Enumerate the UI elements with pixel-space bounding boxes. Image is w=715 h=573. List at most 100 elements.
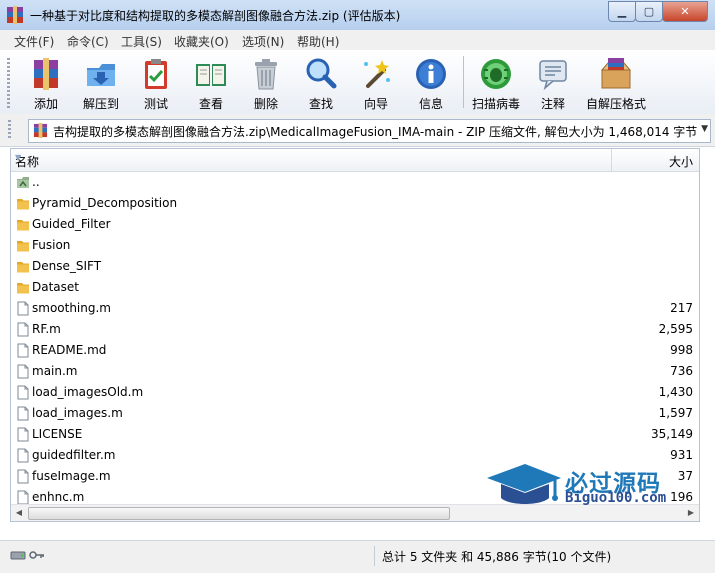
file-icon — [16, 343, 30, 358]
status-bar: 总计 5 文件夹 和 45,886 字节(10 个文件) — [0, 540, 715, 573]
toolbar-add-button[interactable]: 添加 — [16, 54, 76, 112]
file-name: RF.m — [32, 322, 61, 336]
minimize-button[interactable]: ▁ — [608, 1, 636, 22]
menu-command[interactable]: 命令(C) — [67, 33, 109, 50]
comment-icon — [539, 60, 567, 91]
toolbar-wizard-button[interactable]: 向导 — [346, 54, 406, 112]
table-row[interactable]: README.md 998 — [11, 340, 699, 361]
table-row[interactable]: main.m 736 — [11, 361, 699, 382]
toolbar-add-label: 添加 — [33, 97, 58, 111]
table-row[interactable]: Dense_SIFT — [11, 256, 699, 277]
file-name: load_imagesOld.m — [32, 385, 144, 399]
toolbar-grip[interactable] — [7, 58, 10, 108]
magnifier-icon — [306, 58, 337, 89]
file-size: 1,597 — [658, 406, 693, 420]
toolbar-extract-button[interactable]: 解压到 — [71, 54, 131, 112]
toolbar-info-label: 信息 — [418, 97, 443, 111]
close-icon: ✕ — [680, 5, 690, 18]
column-name-header[interactable]: 名称 ▼ — [11, 149, 612, 171]
address-field[interactable]: 吉构提取的多模态解剖图像融合方法.zip\MedicalImageFusion_… — [28, 119, 711, 143]
maximize-button[interactable]: ▢ — [635, 1, 663, 22]
file-icon — [16, 322, 30, 337]
status-separator — [374, 546, 375, 566]
file-size: 736 — [670, 364, 693, 378]
toolbar-delete-button[interactable]: 删除 — [236, 54, 296, 112]
add-archive-icon — [34, 58, 58, 90]
toolbar-find-button[interactable]: 查找 — [291, 54, 351, 112]
file-size: 998 — [670, 343, 693, 357]
virus-scan-icon — [481, 59, 511, 89]
file-size: 35,149 — [651, 427, 693, 441]
table-row[interactable]: Dataset — [11, 277, 699, 298]
file-name: LICENSE — [32, 427, 83, 441]
key-icon[interactable] — [29, 549, 45, 561]
toolbar-sfx-button[interactable]: 自解压格式 — [584, 54, 648, 112]
file-name: smoothing.m — [32, 301, 111, 315]
table-row[interactable]: Guided_Filter — [11, 214, 699, 235]
file-name: Fusion — [32, 238, 71, 252]
menu-tools[interactable]: 工具(S) — [121, 33, 162, 50]
extract-to-icon — [87, 64, 115, 86]
file-name: Dataset — [32, 280, 79, 294]
table-row[interactable]: Pyramid_Decomposition — [11, 193, 699, 214]
file-name: Pyramid_Decomposition — [32, 196, 178, 210]
table-row[interactable]: LICENSE 35,149 — [11, 424, 699, 445]
scrollbar-thumb[interactable] — [28, 507, 450, 520]
toolbar-virus-scan-button[interactable]: 扫描病毒 — [466, 54, 526, 112]
toolbar-view-label: 查看 — [198, 97, 223, 111]
scroll-left-icon[interactable]: ◀ — [12, 507, 26, 519]
file-icon — [16, 364, 30, 379]
maximize-icon: ▢ — [643, 5, 655, 18]
sfx-box-icon — [600, 58, 632, 89]
menu-favorites[interactable]: 收藏夹(O) — [174, 33, 229, 50]
toolbar-test-button[interactable]: 测试 — [126, 54, 186, 112]
trash-icon — [255, 59, 277, 90]
table-row[interactable]: smoothing.m 217 — [11, 298, 699, 319]
file-name: enhnc.m — [32, 490, 85, 504]
file-icon — [16, 427, 30, 442]
folder-icon — [16, 217, 30, 232]
menu-options[interactable]: 选项(N) — [242, 33, 284, 50]
table-row[interactable]: load_images.m 1,597 — [11, 403, 699, 424]
address-bar: 吉构提取的多模态解剖图像融合方法.zip\MedicalImageFusion_… — [0, 114, 715, 147]
toolbar-extract-label: 解压到 — [82, 97, 119, 111]
table-row[interactable]: Fusion — [11, 235, 699, 256]
toolbar-find-label: 查找 — [308, 97, 333, 111]
address-grip[interactable] — [8, 120, 11, 140]
file-icon — [16, 469, 30, 484]
watermark: 必过源码 Biguo100.com — [485, 458, 700, 518]
toolbar-delete-label: 删除 — [253, 97, 278, 111]
toolbar-comment-button[interactable]: 注释 — [523, 54, 583, 112]
window-title: 一种基于对比度和结构提取的多模态解剖图像融合方法.zip (评估版本) — [30, 9, 401, 23]
info-icon — [416, 59, 446, 89]
graduation-cap-logo — [487, 464, 561, 504]
menu-help[interactable]: 帮助(H) — [297, 33, 339, 50]
toolbar-sfx-label: 自解压格式 — [585, 97, 646, 111]
table-row[interactable]: .. — [11, 172, 699, 193]
toolbar-info-button[interactable]: 信息 — [401, 54, 461, 112]
minimize-icon: ▁ — [617, 5, 627, 18]
wizard-wand-icon — [364, 60, 390, 88]
toolbar-test-label: 测试 — [143, 97, 168, 111]
file-icon — [16, 406, 30, 421]
winrar-app-icon[interactable] — [6, 6, 24, 24]
table-row[interactable]: RF.m 2,595 — [11, 319, 699, 340]
menu-file[interactable]: 文件(F) — [14, 33, 54, 50]
column-size-header[interactable]: 大小 — [612, 149, 699, 171]
file-size: 1,430 — [658, 385, 693, 399]
file-icon — [16, 301, 30, 316]
close-button[interactable]: ✕ — [662, 1, 708, 22]
file-name: load_images.m — [32, 406, 123, 420]
file-name: .. — [32, 175, 40, 189]
drive-icon[interactable] — [10, 549, 26, 561]
chevron-down-icon[interactable]: ▼ — [698, 124, 708, 134]
table-row[interactable]: load_imagesOld.m 1,430 — [11, 382, 699, 403]
toolbar-comment-label: 注释 — [540, 97, 565, 111]
file-icon — [16, 490, 30, 505]
file-name: Guided_Filter — [32, 217, 111, 231]
toolbar-view-button[interactable]: 查看 — [181, 54, 241, 112]
parent-folder-icon — [16, 175, 30, 190]
file-name: guidedfilter.m — [32, 448, 116, 462]
file-size: 217 — [670, 301, 693, 315]
file-name: fuseImage.m — [32, 469, 111, 483]
